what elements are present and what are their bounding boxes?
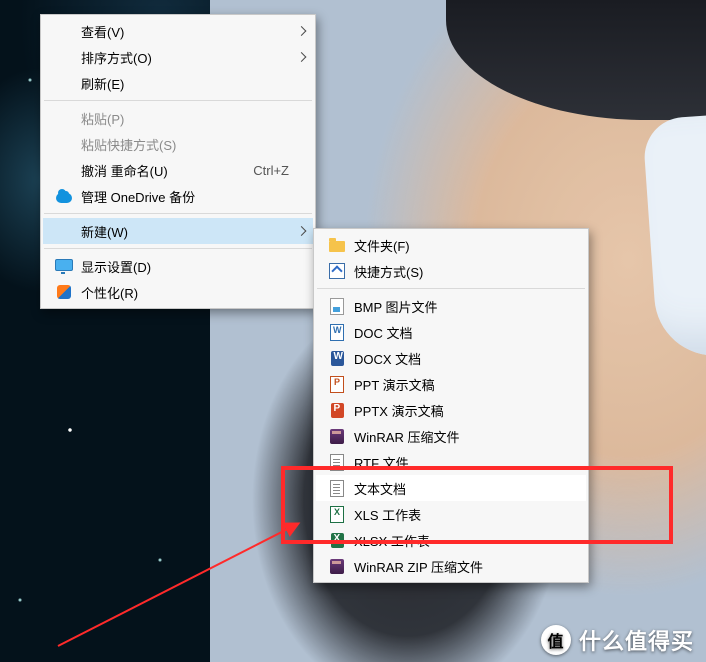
blank-icon <box>51 22 77 40</box>
menu-separator <box>44 248 312 249</box>
photo-mask-region <box>642 101 706 360</box>
menu-label: XLS 工作表 <box>354 505 562 524</box>
menu-label: 快捷方式(S) <box>354 262 562 281</box>
submenu-item-docx[interactable]: DOCX 文档 <box>316 345 586 371</box>
submenu-item-pptx[interactable]: PPTX 演示文稿 <box>316 397 586 423</box>
personalize-icon <box>51 283 77 301</box>
menu-item-personalize[interactable]: 个性化(R) <box>43 279 313 305</box>
submenu-item-rar[interactable]: WinRAR 压缩文件 <box>316 423 586 449</box>
ppt-file-icon <box>324 375 350 393</box>
xls-file-icon <box>324 505 350 523</box>
onedrive-cloud-icon <box>51 187 77 205</box>
blank-icon <box>51 161 77 179</box>
desktop-context-menu: 查看(V) 排序方式(O) 刷新(E) 粘贴(P) 粘贴快捷方式(S) 撤消 重… <box>40 14 316 309</box>
menu-label: 显示设置(D) <box>81 257 289 276</box>
watermark-badge: 值 <box>541 625 571 655</box>
menu-label: RTF 文件 <box>354 453 562 472</box>
menu-label: 粘贴(P) <box>81 109 289 128</box>
menu-item-paste: 粘贴(P) <box>43 105 313 131</box>
menu-shortcut: Ctrl+Z <box>253 163 289 178</box>
menu-item-paste-shortcut: 粘贴快捷方式(S) <box>43 131 313 157</box>
menu-label: DOC 文档 <box>354 323 562 342</box>
submenu-item-folder[interactable]: 文件夹(F) <box>316 232 586 258</box>
screenshot-stage: 查看(V) 排序方式(O) 刷新(E) 粘贴(P) 粘贴快捷方式(S) 撤消 重… <box>0 0 706 662</box>
menu-label: 撤消 重命名(U) <box>81 161 237 180</box>
chevron-right-icon <box>297 26 307 36</box>
menu-label: XLSX 工作表 <box>354 531 562 550</box>
blank-icon <box>51 135 77 153</box>
submenu-item-shortcut[interactable]: 快捷方式(S) <box>316 258 586 284</box>
menu-separator <box>317 288 585 289</box>
blank-icon <box>51 109 77 127</box>
menu-item-sort[interactable]: 排序方式(O) <box>43 44 313 70</box>
menu-label: 粘贴快捷方式(S) <box>81 135 289 154</box>
menu-label: 新建(W) <box>81 222 289 241</box>
submenu-item-xlsx[interactable]: XLSX 工作表 <box>316 527 586 553</box>
submenu-item-bmp[interactable]: BMP 图片文件 <box>316 293 586 319</box>
submenu-item-zip[interactable]: WinRAR ZIP 压缩文件 <box>316 553 586 579</box>
menu-item-undo[interactable]: 撤消 重命名(U) Ctrl+Z <box>43 157 313 183</box>
menu-label: 查看(V) <box>81 22 289 41</box>
menu-label: 排序方式(O) <box>81 48 289 67</box>
submenu-item-doc[interactable]: DOC 文档 <box>316 319 586 345</box>
submenu-item-ppt[interactable]: PPT 演示文稿 <box>316 371 586 397</box>
menu-label: 管理 OneDrive 备份 <box>81 187 289 206</box>
watermark-text: 什么值得买 <box>579 624 694 656</box>
chevron-right-icon <box>297 52 307 62</box>
blank-icon <box>51 74 77 92</box>
watermark: 值 什么值得买 <box>541 624 694 656</box>
chevron-right-icon <box>297 226 307 236</box>
docx-file-icon <box>324 349 350 367</box>
menu-label: PPTX 演示文稿 <box>354 401 562 420</box>
shortcut-icon <box>324 262 350 280</box>
menu-label: BMP 图片文件 <box>354 297 562 316</box>
monitor-icon <box>51 257 77 275</box>
menu-label: 文件夹(F) <box>354 236 562 255</box>
menu-label: WinRAR ZIP 压缩文件 <box>354 557 562 576</box>
menu-label: 文本文档 <box>354 479 562 498</box>
menu-label: DOCX 文档 <box>354 349 562 368</box>
menu-item-new[interactable]: 新建(W) <box>43 218 313 244</box>
winrar-icon <box>324 427 350 445</box>
new-submenu: 文件夹(F) 快捷方式(S) BMP 图片文件 DOC 文档 DOCX 文档 P… <box>313 228 589 583</box>
menu-item-onedrive[interactable]: 管理 OneDrive 备份 <box>43 183 313 209</box>
pptx-file-icon <box>324 401 350 419</box>
menu-label: 刷新(E) <box>81 74 289 93</box>
submenu-item-rtf[interactable]: RTF 文件 <box>316 449 586 475</box>
winrar-icon <box>324 557 350 575</box>
txt-file-icon <box>324 479 350 497</box>
doc-file-icon <box>324 323 350 341</box>
menu-separator <box>44 213 312 214</box>
blank-icon <box>51 48 77 66</box>
submenu-item-txt[interactable]: 文本文档 <box>316 475 586 501</box>
menu-label: PPT 演示文稿 <box>354 375 562 394</box>
xlsx-file-icon <box>324 531 350 549</box>
bmp-file-icon <box>324 297 350 315</box>
folder-icon <box>324 236 350 254</box>
submenu-item-xls[interactable]: XLS 工作表 <box>316 501 586 527</box>
menu-item-refresh[interactable]: 刷新(E) <box>43 70 313 96</box>
menu-item-view[interactable]: 查看(V) <box>43 18 313 44</box>
photo-hair-region <box>446 0 706 120</box>
blank-icon <box>51 222 77 240</box>
menu-item-display-settings[interactable]: 显示设置(D) <box>43 253 313 279</box>
rtf-file-icon <box>324 453 350 471</box>
menu-label: 个性化(R) <box>81 283 289 302</box>
menu-label: WinRAR 压缩文件 <box>354 427 562 446</box>
menu-separator <box>44 100 312 101</box>
